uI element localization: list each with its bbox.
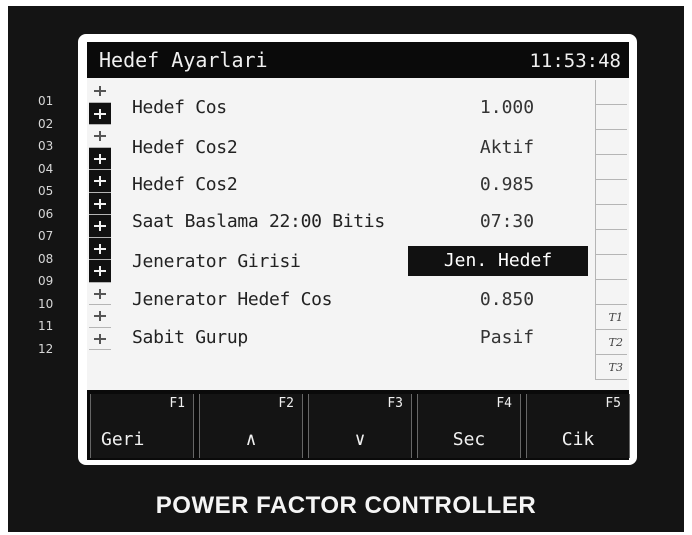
setting-label: Hedef Cos2 (132, 174, 238, 195)
function-key-label: Sec (452, 429, 486, 450)
f4-select-button[interactable]: F4 Sec (417, 394, 521, 458)
setting-row-hedef-cos2-value[interactable]: Hedef Cos2 0.985 (132, 168, 602, 204)
f2-up-button[interactable]: F2 ∧ (199, 394, 303, 458)
setting-row-hedef-cos2-mode[interactable]: Hedef Cos2 Aktif (132, 131, 602, 167)
device-brand-label: POWER FACTOR CONTROLLER (155, 492, 537, 519)
function-key-number: F2 (278, 396, 294, 411)
channel-number: 02 (38, 116, 54, 131)
capacitor-step-icon (89, 260, 111, 283)
capacitor-step-icon (89, 305, 111, 328)
function-key-number: F3 (387, 396, 403, 411)
setting-value: Pasif (479, 327, 535, 348)
setting-label: Hedef Cos (132, 97, 227, 118)
setting-row-time-window[interactable]: Saat Baslama 22:00 Bitis 07:30 (132, 205, 602, 241)
capacitor-step-icon (89, 237, 111, 260)
channel-number-list: 01 02 03 04 05 06 07 08 09 10 11 12 (38, 90, 68, 360)
channel-number: 07 (38, 229, 54, 243)
capacitor-step-icon (89, 170, 111, 193)
setting-value: 07:30 (479, 211, 535, 232)
setting-label: Jenerator Hedef Cos (132, 289, 333, 310)
function-key-label: Geri (101, 429, 145, 450)
channel-number: 03 (38, 139, 54, 153)
setting-value: 0.850 (479, 289, 535, 310)
function-key-number: F1 (169, 396, 185, 411)
channel-number: 08 (38, 251, 54, 266)
up-arrow-icon: ∧ (245, 429, 257, 450)
f1-back-button[interactable]: F1 Geri (90, 394, 194, 458)
capacitor-step-icon (89, 192, 111, 215)
channel-number: 09 (38, 274, 54, 288)
setting-row-sabit-gurup[interactable]: Sabit Gurup Pasif (132, 321, 602, 357)
capacitor-step-icon (89, 125, 111, 148)
channel-number: 12 (38, 341, 54, 356)
settings-panel: T1 T2 T3 Hedef Cos 1.000 Hedef Cos2 Akti… (87, 78, 629, 390)
setting-row-jenerator-hedef-cos[interactable]: Jenerator Hedef Cos 0.850 (132, 283, 602, 319)
f3-down-button[interactable]: F3 ∨ (308, 394, 412, 458)
function-key-number: F5 (605, 396, 621, 411)
channel-number: 10 (38, 296, 54, 311)
capacitor-step-column (89, 80, 113, 350)
channel-number: 04 (38, 161, 54, 176)
indicator-t3: T3 (595, 355, 627, 380)
setting-value: 1.000 (479, 97, 535, 118)
setting-row-hedef-cos[interactable]: Hedef Cos 1.000 (132, 91, 602, 127)
page-title: Hedef Ayarlari (99, 48, 268, 72)
channel-number: 01 (38, 94, 54, 108)
capacitor-step-icon (89, 80, 111, 103)
channel-number: 06 (38, 206, 54, 221)
setting-value-selected[interactable]: Jen. Hedef (408, 246, 588, 276)
function-key-bar: F1 Geri F2 ∧ F3 ∨ F4 Sec F5 Cik (87, 390, 630, 460)
screen-title-bar: Hedef Ayarlari 11:53:48 (87, 42, 629, 78)
setting-label: Jenerator Girisi (132, 251, 301, 272)
setting-label: Saat Baslama 22:00 Bitis (132, 211, 385, 232)
setting-label: Hedef Cos2 (132, 137, 238, 158)
capacitor-step-icon (89, 328, 111, 350)
setting-label: Sabit Gurup (132, 327, 248, 348)
capacitor-step-icon (89, 102, 111, 125)
f5-exit-button[interactable]: F5 Cik (526, 394, 630, 458)
setting-value: Aktif (479, 137, 535, 158)
capacitor-step-icon (89, 147, 111, 170)
function-key-number: F4 (496, 396, 512, 411)
capacitor-step-icon (89, 283, 111, 305)
clock: 11:53:48 (529, 50, 621, 72)
setting-row-jenerator-girisi[interactable]: Jenerator Girisi Jen. Hedef (132, 245, 602, 281)
capacitor-step-icon (89, 215, 111, 238)
down-arrow-icon: ∨ (354, 429, 366, 450)
channel-number: 05 (38, 184, 54, 198)
setting-value: 0.985 (479, 174, 535, 195)
channel-number: 11 (38, 319, 54, 333)
function-key-label: Cik (561, 429, 595, 450)
